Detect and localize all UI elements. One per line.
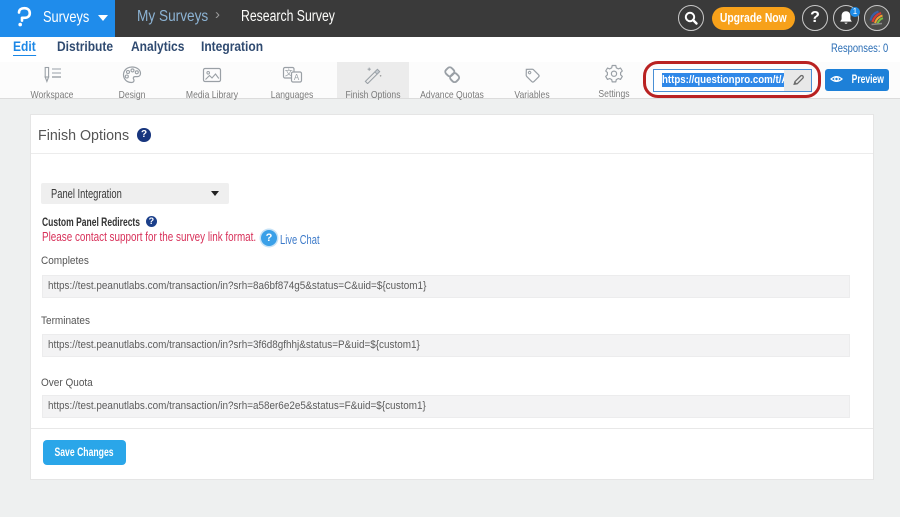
svg-text:A: A xyxy=(293,73,299,82)
